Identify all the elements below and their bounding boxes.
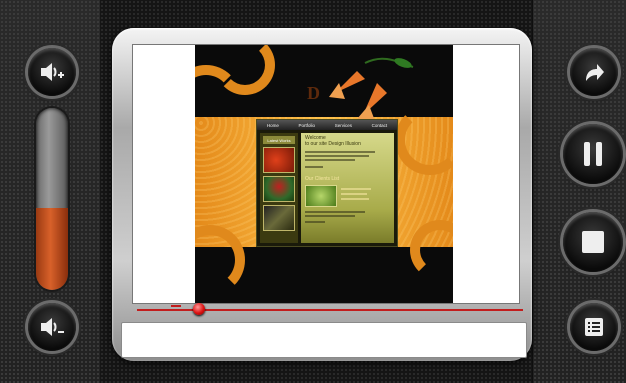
volume-up-button[interactable] [28, 48, 76, 96]
nav-item-contact[interactable]: Contact [372, 123, 388, 128]
site-logo: D [307, 83, 320, 103]
latest-works-label: Latest Works [263, 136, 295, 144]
latest-works-column: Latest Works [260, 133, 298, 243]
text-line [305, 159, 355, 161]
text-line [305, 215, 355, 217]
list-icon [585, 318, 603, 336]
text-line [305, 166, 323, 168]
pause-icon [584, 142, 602, 166]
text-line [305, 151, 375, 153]
client-image [305, 185, 337, 207]
website-content-panel: Home Portfolio Services Contact Latest W… [257, 120, 397, 246]
stop-button[interactable] [563, 212, 623, 272]
text-line [341, 198, 369, 200]
caption-box [121, 322, 527, 358]
nav-item-services[interactable]: Services [335, 123, 352, 128]
progress-buffer [171, 305, 181, 307]
volume-down-icon [41, 318, 64, 336]
stop-icon [582, 231, 604, 253]
welcome-column: Welcome to our site Design Illusion Our … [301, 133, 394, 243]
volume-down-button[interactable] [28, 303, 76, 351]
portfolio-thumbnail[interactable] [263, 205, 295, 231]
pause-button[interactable] [563, 124, 623, 184]
text-line [341, 188, 371, 190]
text-line [305, 221, 325, 223]
redo-arrow-icon [586, 64, 604, 81]
progress-thumb[interactable] [192, 303, 205, 315]
website-preview: D Home Portfolio Services Contact Latest… [195, 45, 453, 303]
volume-up-icon [41, 63, 64, 81]
text-line [341, 193, 367, 195]
replay-button[interactable] [570, 48, 618, 96]
flower-image [329, 57, 414, 121]
text-line [305, 155, 369, 157]
nav-item-home[interactable]: Home [267, 123, 279, 128]
clients-heading: Our Clients List [305, 176, 340, 182]
text-line [305, 211, 365, 213]
portfolio-thumbnail[interactable] [263, 147, 295, 173]
video-screen[interactable]: D Home Portfolio Services Contact Latest… [132, 44, 520, 304]
menu-button[interactable] [570, 303, 618, 351]
welcome-heading: Welcome to our site Design Illusion [305, 135, 361, 147]
website-nav: Home Portfolio Services Contact [257, 120, 397, 130]
nav-item-portfolio[interactable]: Portfolio [299, 123, 316, 128]
welcome-subtitle: to our site Design Illusion [305, 141, 361, 147]
portfolio-thumbnail[interactable] [263, 176, 295, 202]
volume-meter-fill [36, 208, 68, 290]
volume-meter[interactable] [36, 108, 68, 290]
